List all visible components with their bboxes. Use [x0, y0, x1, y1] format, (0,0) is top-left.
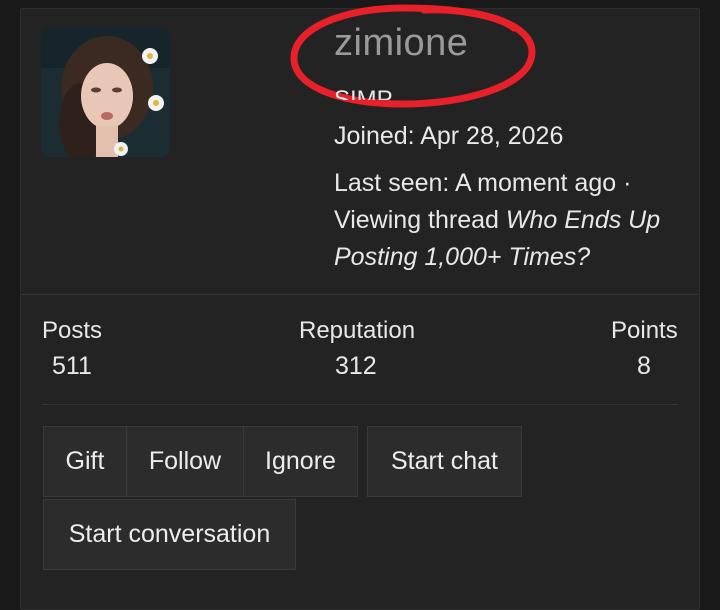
follow-button[interactable]: Follow	[126, 426, 244, 497]
divider	[42, 404, 678, 405]
posts-label: Posts	[42, 317, 103, 344]
username[interactable]: zimione	[334, 22, 468, 65]
avatar-image	[41, 28, 170, 157]
ignore-button[interactable]: Ignore	[243, 426, 358, 497]
posts-value[interactable]: 511	[52, 352, 92, 381]
last-seen-info: Last seen: A moment ago · Viewing thread…	[334, 165, 684, 276]
reputation-value[interactable]: 312	[335, 352, 377, 381]
avatar[interactable]	[41, 28, 170, 157]
activity-prefix: Viewing thread	[334, 206, 499, 234]
reputation-label: Reputation	[299, 317, 416, 344]
joined-label: Joined:	[334, 122, 415, 150]
start-chat-button[interactable]: Start chat	[367, 426, 522, 497]
points-label: Points	[611, 317, 678, 344]
points-value[interactable]: 8	[637, 352, 651, 381]
gift-button[interactable]: Gift	[43, 426, 127, 497]
joined-date: Apr 28, 2026	[420, 122, 564, 150]
last-seen-value: A moment ago ·	[454, 169, 632, 197]
divider	[21, 294, 698, 295]
start-conversation-button[interactable]: Start conversation	[43, 499, 296, 570]
joined-info: Joined: Apr 28, 2026	[334, 122, 563, 151]
last-seen-label: Last seen:	[334, 169, 450, 197]
